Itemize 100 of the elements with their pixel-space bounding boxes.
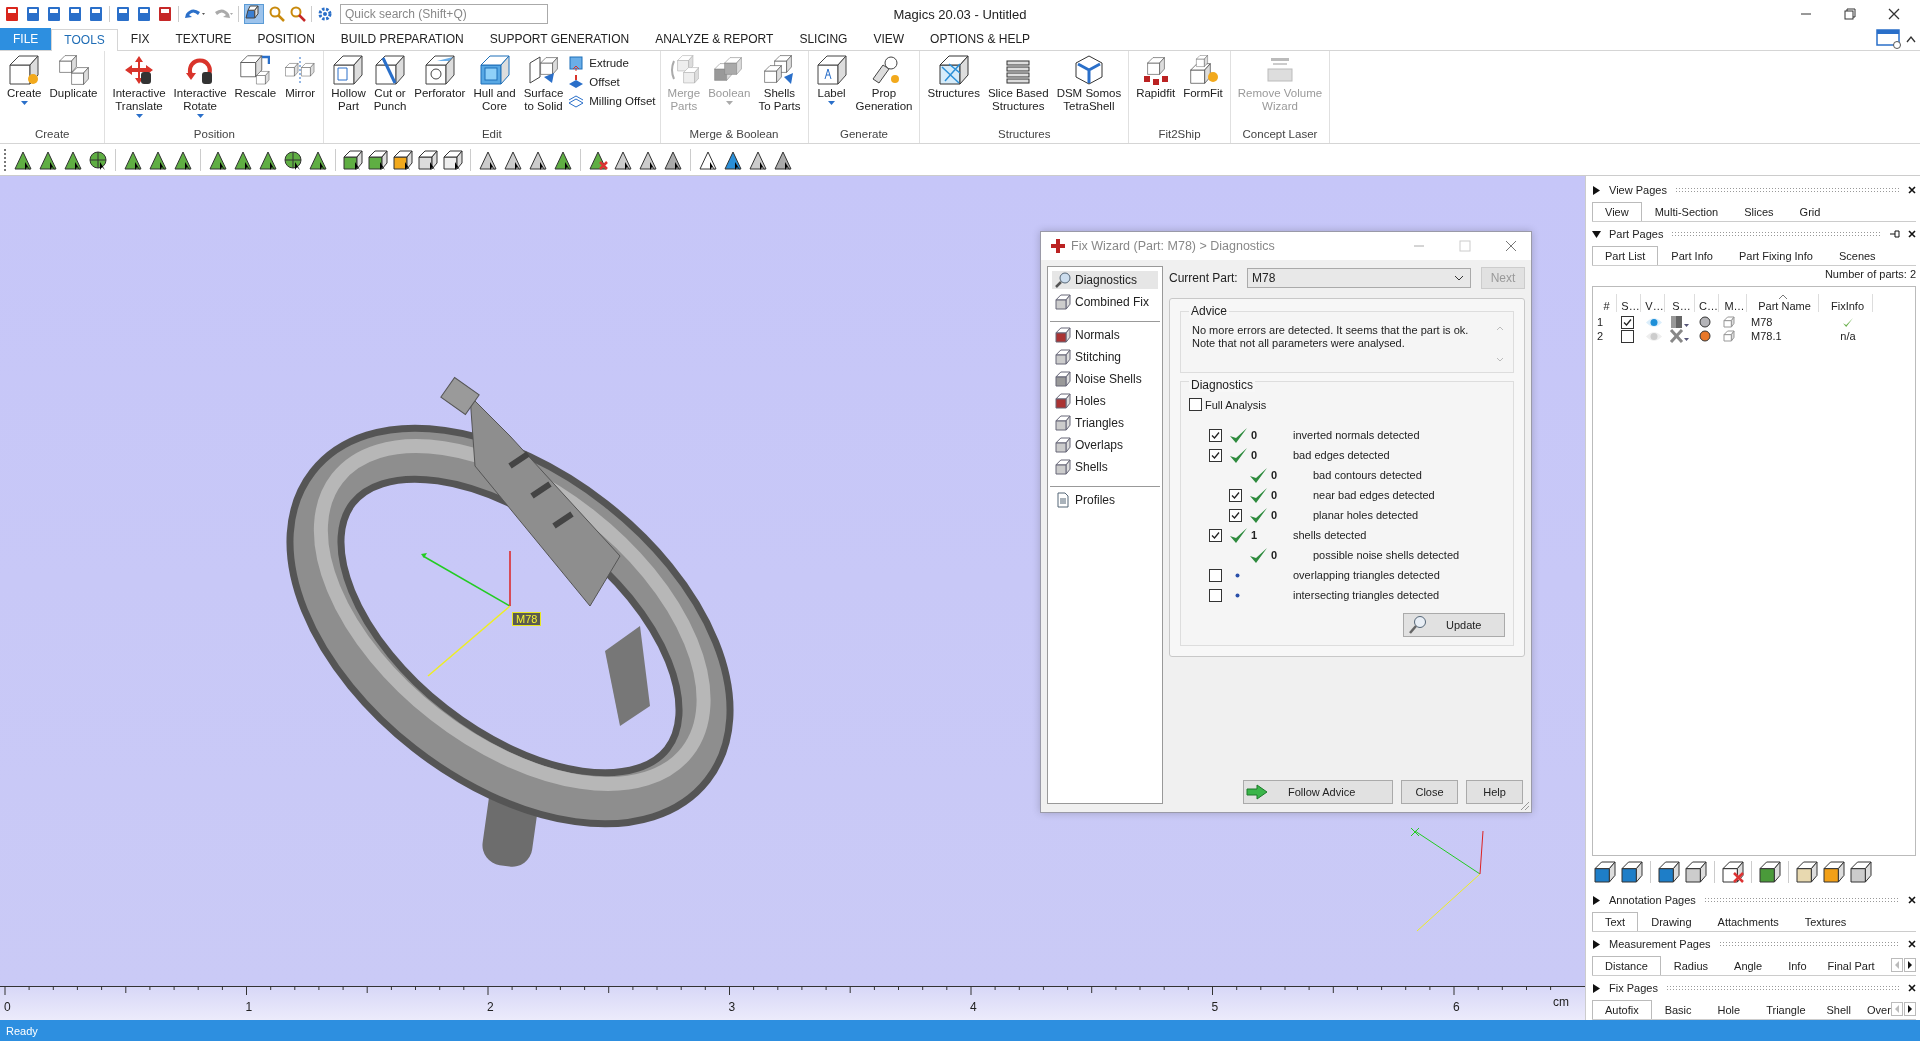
tab[interactable]: View (1592, 202, 1642, 221)
search-field[interactable]: Quick search (Shift+Q) (340, 4, 548, 24)
column-header[interactable]: Part Name (1747, 294, 1819, 312)
collapse-arrow-icon[interactable] (1592, 229, 1601, 239)
ribbon-button[interactable]: Surface to Solid (520, 55, 567, 113)
column-header[interactable]: S… (1665, 294, 1695, 312)
tab[interactable]: Over (1859, 1000, 1891, 1019)
checkbox[interactable] (1229, 508, 1242, 522)
column-header[interactable]: # (1593, 294, 1617, 312)
select-triangle-icon[interactable] (723, 149, 743, 170)
menu-tab[interactable]: POSITION (244, 28, 328, 50)
tab[interactable]: Drawing (1638, 912, 1705, 931)
save-icon[interactable] (67, 6, 83, 22)
ribbon-button[interactable]: Extrude (568, 55, 656, 71)
nav-item[interactable]: Overlaps (1052, 436, 1158, 454)
nav-item[interactable]: Stitching (1052, 348, 1158, 366)
menu-tab[interactable]: SLICING (786, 28, 861, 50)
select-shape-icon[interactable] (283, 149, 303, 170)
menu-tab[interactable]: OPTIONS & HELP (917, 28, 1044, 50)
column-header[interactable]: C… (1695, 294, 1719, 312)
settings-icon[interactable] (317, 6, 333, 22)
select-triangle-icon[interactable] (308, 149, 328, 170)
delete-triangle-icon[interactable] (588, 149, 608, 170)
tab[interactable]: Final Part (1819, 956, 1883, 975)
select-triangle-icon[interactable] (38, 149, 58, 170)
checkbox[interactable] (1209, 448, 1222, 462)
color-dot[interactable] (1699, 330, 1711, 342)
select-triangle-icon[interactable] (698, 149, 718, 170)
column-header[interactable]: V… (1641, 294, 1665, 312)
ribbon-button[interactable]: Perforator (411, 55, 469, 100)
ribbon-button[interactable]: Prop Generation (852, 55, 916, 113)
follow-advice-button[interactable]: Follow Advice (1243, 780, 1393, 804)
select-triangle-icon[interactable] (748, 149, 768, 170)
menu-tab[interactable]: ANALYZE & REPORT (642, 28, 787, 50)
update-button[interactable]: Update (1403, 613, 1505, 637)
tab[interactable]: Part List (1592, 246, 1659, 265)
tab[interactable]: Attachments (1704, 912, 1792, 931)
tab[interactable]: Distance (1592, 956, 1661, 975)
checkbox[interactable] (1209, 428, 1222, 442)
close-icon[interactable] (1908, 940, 1916, 948)
tab[interactable]: Autofix (1592, 1000, 1652, 1019)
ribbon-button[interactable]: Mirror (281, 55, 320, 100)
select-triangle-icon[interactable] (258, 149, 278, 170)
ribbon-button[interactable]: Rapidfit (1133, 55, 1179, 100)
tab[interactable]: Shell (1818, 1000, 1859, 1019)
ribbon-button[interactable]: FormFit (1180, 55, 1226, 100)
select-cube-icon[interactable] (443, 149, 463, 170)
checkbox[interactable] (1621, 315, 1634, 329)
select-triangle-icon[interactable] (478, 149, 498, 170)
ribbon-button[interactable]: Duplicate (46, 55, 101, 100)
tab[interactable]: Text (1592, 912, 1639, 931)
tab[interactable]: Basic (1651, 1000, 1705, 1019)
pin-icon[interactable] (1890, 230, 1900, 238)
tab[interactable]: Part Fixing Info (1725, 246, 1826, 265)
dialog-button[interactable]: Close (1401, 780, 1458, 804)
ribbon-button[interactable]: Label (812, 55, 851, 106)
ribbon-button[interactable]: Shells To Parts (755, 55, 804, 113)
tab[interactable]: Triangle (1753, 1000, 1819, 1019)
select-triangle-icon[interactable] (503, 149, 523, 170)
ribbon-button[interactable]: Offset (568, 74, 656, 90)
checkbox[interactable] (1209, 568, 1222, 582)
nav-item[interactable]: Diagnostics (1052, 271, 1158, 289)
checkbox[interactable] (1209, 528, 1222, 542)
ribbon-button[interactable]: Interactive Rotate (170, 55, 230, 119)
tab[interactable]: Slices (1731, 202, 1787, 221)
tab[interactable]: Textures (1791, 912, 1860, 931)
select-triangle-icon[interactable] (173, 149, 193, 170)
select-triangle-icon[interactable] (208, 149, 228, 170)
ribbon-button[interactable]: Rescale (231, 55, 280, 100)
dialog-button[interactable]: Help (1466, 780, 1523, 804)
checkbox[interactable] (1621, 329, 1634, 343)
ribbon-button[interactable]: Create (4, 55, 45, 106)
column-header[interactable]: S… (1617, 294, 1641, 312)
tab[interactable]: Info (1775, 956, 1820, 975)
close-icon[interactable] (1908, 896, 1916, 904)
tab[interactable]: Multi-Section (1641, 202, 1732, 221)
select-triangle-icon[interactable] (663, 149, 683, 170)
close-icon[interactable] (1908, 984, 1916, 992)
eye-icon[interactable] (1645, 316, 1663, 328)
select-triangle-icon[interactable] (63, 149, 83, 170)
tab[interactable]: Part Info (1658, 246, 1726, 265)
ribbon-button[interactable]: Structures (924, 55, 983, 100)
menu-tab[interactable]: TOOLS (51, 29, 118, 51)
window-settings-icon[interactable] (1876, 29, 1902, 49)
select-cube-icon[interactable] (418, 149, 438, 170)
select-triangle-icon[interactable] (13, 149, 33, 170)
resize-grip-icon[interactable] (1520, 801, 1530, 811)
select-triangle-icon[interactable] (123, 149, 143, 170)
expand-arrow-icon[interactable] (1592, 185, 1601, 195)
menu-tab[interactable]: BUILD PREPARATION (327, 28, 477, 50)
menu-tab[interactable]: TEXTURE (162, 28, 245, 50)
color-dot[interactable] (1699, 316, 1711, 328)
nav-item[interactable]: Combined Fix (1052, 293, 1158, 311)
restore-icon[interactable] (1844, 8, 1856, 20)
expand-arrow-icon[interactable] (1592, 895, 1601, 905)
ribbon-button[interactable]: Hull and Core (470, 55, 519, 113)
checkbox[interactable] (1189, 398, 1202, 411)
select-cube-icon[interactable] (368, 149, 388, 170)
nav-item[interactable]: Triangles (1052, 414, 1158, 432)
select-cube-icon[interactable] (244, 4, 264, 24)
